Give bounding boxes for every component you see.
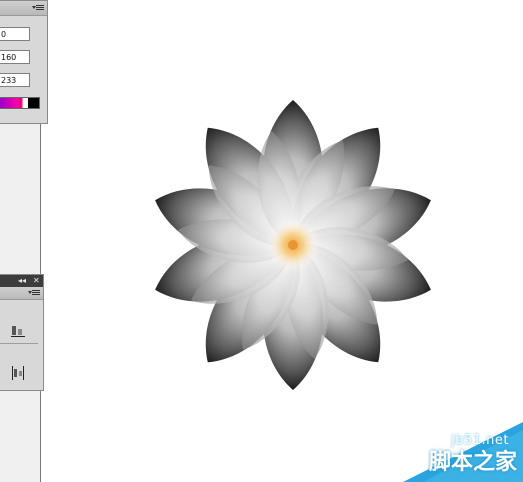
color-spectrum-bar[interactable] (0, 97, 40, 109)
watermark-name-text: 脚本之家 (428, 450, 517, 475)
close-icon[interactable]: ✕ (33, 276, 40, 286)
collapse-icon[interactable]: ◂◂ (18, 276, 26, 286)
color-panel: 0 160 233 (0, 0, 48, 124)
color-value-field-2[interactable]: 160 (0, 50, 30, 64)
align-bottom-icon[interactable] (11, 323, 25, 337)
flower-core (288, 240, 298, 250)
align-panel-topbar: ◂◂ ✕ (0, 275, 43, 287)
align-panel: ◂◂ ✕ (0, 274, 44, 391)
panel-divider (0, 343, 38, 344)
color-value-field-3[interactable]: 233 (0, 73, 30, 87)
color-panel-titlebar[interactable] (0, 1, 47, 16)
color-value-field-1[interactable]: 0 (0, 27, 30, 41)
panel-menu-icon[interactable] (32, 4, 44, 12)
panel-menu-icon[interactable] (28, 289, 40, 297)
align-panel-tabbar[interactable] (0, 287, 43, 300)
distribute-horizontal-icon[interactable] (11, 365, 25, 380)
flower-artwork[interactable] (130, 88, 460, 408)
